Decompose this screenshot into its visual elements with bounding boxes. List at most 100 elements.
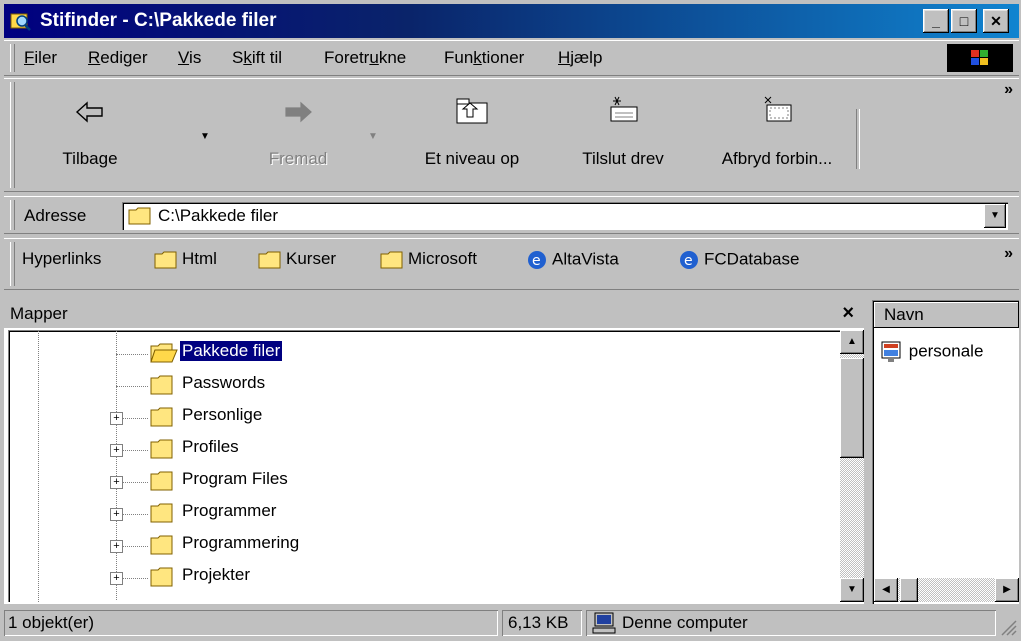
link-label: Html [182,249,217,268]
folders-pane-header: Mapper × [4,300,864,328]
standard-toolbar: Tilbage ▼ Fremad ▼ Et niveau op Tilslut … [4,78,1019,192]
file-item[interactable]: personale [880,340,983,364]
expand-icon[interactable]: + [110,572,123,585]
toolbar-separator [856,109,860,169]
address-label: Adresse [24,206,87,225]
scroll-thumb[interactable] [900,578,918,602]
arrow-up-icon: ▲ [847,336,857,347]
file-list-hscrollbar[interactable]: ◀ ▶ [874,578,1019,602]
disconnect-drive-button[interactable]: Afbryd forbin... [704,89,850,168]
tree-item[interactable]: Passwords [8,368,828,400]
menu-skift-til[interactable]: Skift til [232,48,282,68]
tree-item-label: Projekter [182,565,251,584]
tree-item[interactable]: + Program Files [8,464,828,496]
toolbar-more-chevron-icon[interactable]: » [1004,81,1013,99]
expand-icon[interactable]: + [110,444,123,457]
menu-filer[interactable]: Filer [24,48,57,68]
folder-tree[interactable]: Pakkede filer Passwords + Personlige + P… [8,330,842,602]
expand-icon[interactable]: + [110,540,123,553]
scroll-down-button[interactable]: ▼ [840,578,864,602]
tree-item-label: Passwords [182,373,266,392]
resize-grip-icon[interactable] [999,618,1017,636]
link-kurser[interactable]: Kurser [258,249,336,270]
expand-icon[interactable]: + [110,508,123,521]
arrow-down-icon: ▼ [847,584,857,595]
folder-icon [150,407,173,427]
maximize-button[interactable]: □ [951,9,977,33]
link-html[interactable]: Html [154,249,217,270]
tree-item[interactable]: Pakkede filer [8,336,828,368]
menu-bar: Filer Rediger Vis Skift til Foretrukne F… [4,40,1019,76]
computer-icon [592,612,616,634]
tree-item-label: Programmering [182,533,300,552]
forward-button[interactable]: Fremad [244,89,352,168]
menu-funktioner[interactable]: Funktioner [444,48,524,68]
tree-item[interactable]: + Projekter [8,560,828,592]
status-bar: 1 objekt(er) 6,13 KB Denne computer [4,608,1019,638]
back-arrow-icon [75,101,103,123]
arrow-right-icon: ▶ [1003,584,1011,595]
tree-item[interactable]: + Personlige [8,400,828,432]
folders-pane-title: Mapper [10,304,68,323]
svg-text:e: e [532,253,541,269]
close-button[interactable]: ✕ [983,9,1009,33]
address-dropdown-button[interactable]: ▼ [984,204,1006,228]
close-pane-icon[interactable]: × [842,302,854,325]
menu-hjaelp[interactable]: Hjælp [558,48,602,68]
link-label: Kurser [286,249,337,268]
chevron-down-icon: ▼ [990,210,1000,221]
internet-explorer-icon: e [528,251,546,269]
minimize-icon: _ [932,13,940,29]
expand-icon[interactable]: + [110,412,123,425]
map-drive-button[interactable]: Tilslut drev [556,89,690,168]
folder-icon [128,207,151,225]
status-object-count: 1 objekt(er) [4,610,498,636]
toolbar-grip[interactable] [10,44,15,72]
tree-item[interactable]: + Programmering [8,528,828,560]
menu-rediger[interactable]: Rediger [88,48,148,68]
toolbar-grip[interactable] [10,242,15,286]
title-bar[interactable]: Stifinder - C:\Pakkede filer _ □ ✕ [4,4,1019,38]
explorer-window: Stifinder - C:\Pakkede filer _ □ ✕ Filer… [0,0,1021,641]
link-label: FCDatabase [704,249,800,269]
folder-icon [150,375,173,395]
scroll-up-button[interactable]: ▲ [840,330,864,354]
forward-dropdown-icon[interactable]: ▼ [368,131,378,142]
menu-vis[interactable]: Vis [178,48,201,68]
disconnect-label: Afbryd forbin... [721,149,833,168]
folder-icon [150,535,173,555]
file-item-label: personale [908,341,984,361]
folder-icon [150,439,173,459]
forward-label: Fremad [268,149,328,168]
address-input[interactable]: C:\Pakkede filer ▼ [122,202,1008,230]
tree-item[interactable]: + Profiles [8,432,828,464]
tree-item[interactable]: + Programmer [8,496,828,528]
scroll-thumb[interactable] [840,358,864,458]
expand-icon[interactable]: + [110,476,123,489]
back-label: Tilbage [62,149,118,168]
minimize-button[interactable]: _ [923,9,949,33]
tree-item-label: Programmer [182,501,277,520]
open-folder-icon [150,343,178,363]
toolbar-grip[interactable] [10,200,15,230]
tree-item-label: Profiles [182,437,239,456]
link-fcdatabase[interactable]: e FCDatabase [678,249,799,271]
link-altavista[interactable]: e AltaVista [526,249,619,271]
back-button[interactable]: Tilbage [34,89,146,168]
back-dropdown-icon[interactable]: ▼ [200,131,210,142]
folder-up-icon [456,98,488,124]
folder-tree-scrollbar[interactable]: ▲ ▼ [840,330,864,602]
address-bar: Adresse C:\Pakkede filer ▼ [4,196,1019,234]
close-icon: ✕ [990,13,1002,29]
up-label: Et niveau op [424,149,520,168]
file-list-pane: Navn personale ◀ ▶ [872,300,1019,604]
scroll-right-button[interactable]: ▶ [995,578,1019,602]
toolbar-grip[interactable] [10,82,15,188]
links-bar: Hyperlinks Html Kurser Microsoft e AltaVi… [4,238,1019,290]
up-one-level-button[interactable]: Et niveau op [402,89,542,168]
menu-foretrukne[interactable]: Foretrukne [324,48,406,68]
column-header-name[interactable]: Navn [874,302,1019,328]
scroll-left-button[interactable]: ◀ [874,578,898,602]
link-microsoft[interactable]: Microsoft [380,249,477,270]
links-more-chevron-icon[interactable]: » [1004,245,1013,263]
